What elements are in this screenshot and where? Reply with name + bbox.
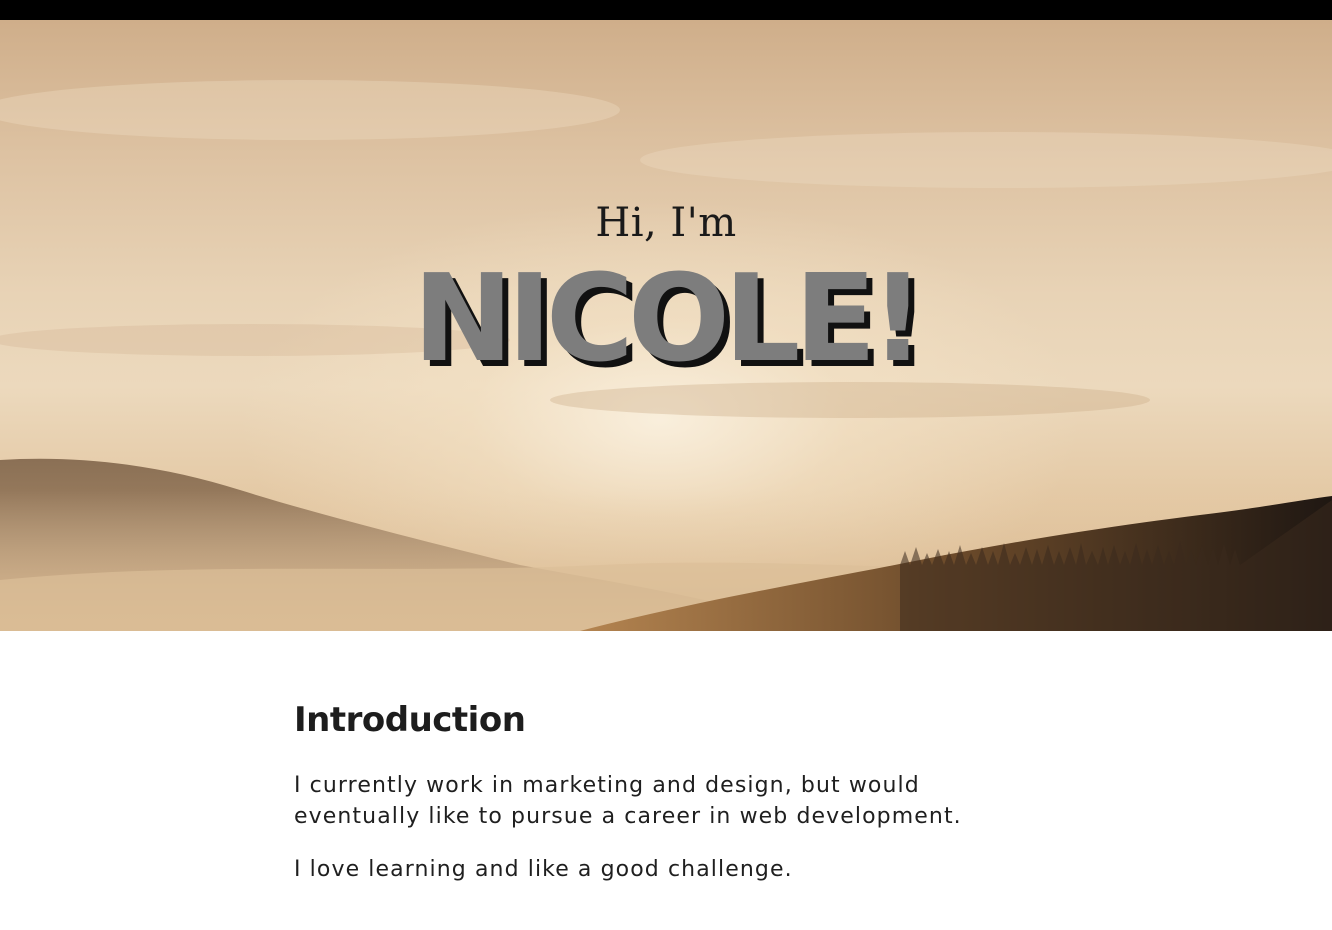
hero-greeting: Hi, I'm <box>595 200 737 246</box>
intro-heading: Introduction <box>294 700 526 740</box>
hero-name-title: NICOLE! <box>412 250 925 389</box>
hero-banner: Hi, I'm NICOLE! <box>0 20 1332 631</box>
top-bar <box>0 0 1332 20</box>
intro-section: Introduction I currently work in marketi… <box>294 700 1054 907</box>
intro-paragraph: I currently work in marketing and design… <box>294 773 962 829</box>
intro-paragraph: I love learning and like a good challeng… <box>294 857 793 882</box>
